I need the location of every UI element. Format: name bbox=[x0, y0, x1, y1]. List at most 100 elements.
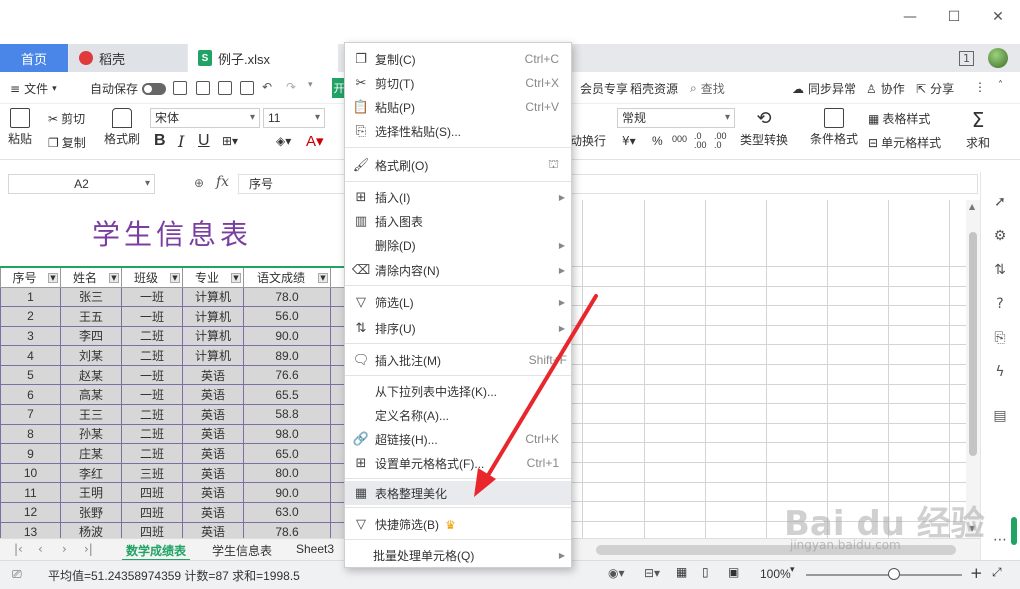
maximize-icon[interactable]: ☐ bbox=[932, 4, 976, 30]
table-cell-partial[interactable] bbox=[330, 423, 345, 445]
table-cell[interactable]: 高某 bbox=[60, 384, 122, 406]
table-cell[interactable]: 英语 bbox=[182, 482, 244, 504]
table-cell[interactable]: 65.5 bbox=[243, 384, 331, 406]
table-row[interactable]: 8 孙某 二班 英语 98.0 bbox=[0, 423, 345, 445]
table-cell[interactable]: 12 bbox=[0, 502, 61, 523]
zoom-slider-knob[interactable] bbox=[888, 568, 900, 580]
scroll-up-icon[interactable]: ▲ bbox=[969, 202, 975, 211]
table-cell[interactable]: 英语 bbox=[182, 364, 244, 386]
view-mode-icon[interactable]: ⊟▾ bbox=[644, 566, 660, 580]
table-cell[interactable]: 78.0 bbox=[243, 286, 331, 308]
cut-button[interactable]: ✂ 剪切 bbox=[48, 110, 85, 127]
table-cell[interactable]: 英语 bbox=[182, 404, 244, 425]
table-cell[interactable]: 98.0 bbox=[243, 423, 331, 445]
table-cell[interactable]: 四班 bbox=[121, 502, 183, 523]
filter-dropdown-icon[interactable]: ▼ bbox=[170, 273, 180, 283]
underline-icon[interactable]: U bbox=[198, 132, 210, 150]
vertical-scroll-thumb[interactable] bbox=[969, 232, 977, 456]
table-cell[interactable]: 二班 bbox=[121, 443, 183, 464]
table-header-cell-partial[interactable] bbox=[330, 266, 345, 288]
number-format-select[interactable]: 常规 bbox=[617, 108, 735, 128]
table-cell[interactable]: 1 bbox=[0, 286, 61, 308]
table-row[interactable]: 5 赵某 一班 英语 76.6 bbox=[0, 364, 345, 386]
menu-item-pick-from-list[interactable]: 从下拉列表中选择(K)... bbox=[345, 379, 571, 403]
menu-sync[interactable]: ☁ 同步异常 bbox=[792, 80, 856, 97]
thousands-separator-icon[interactable]: 000 bbox=[672, 134, 687, 144]
table-cell[interactable]: 李红 bbox=[60, 462, 122, 484]
zoom-slider-track[interactable] bbox=[806, 574, 962, 576]
pointer-select-icon[interactable]: ➚ bbox=[991, 194, 1009, 212]
menu-collab[interactable]: ♙ 协作 bbox=[866, 80, 905, 97]
table-cell[interactable]: 13 bbox=[0, 521, 61, 538]
table-cell-partial[interactable] bbox=[330, 286, 345, 308]
table-cell[interactable]: 英语 bbox=[182, 502, 244, 523]
table-cell-partial[interactable] bbox=[330, 482, 345, 504]
menu-item-copy[interactable]: ❐ 复制(C) Ctrl+C bbox=[345, 47, 571, 71]
first-sheet-icon[interactable]: |‹ bbox=[14, 542, 23, 556]
quick-access-dropdown-icon[interactable]: ▾ bbox=[308, 80, 313, 90]
lightning-icon[interactable]: ϟ bbox=[991, 364, 1009, 382]
zoom-in-icon[interactable]: + bbox=[970, 564, 983, 582]
table-row[interactable]: 3 李四 二班 计算机 90.0 bbox=[0, 325, 345, 347]
table-header-cell[interactable]: 姓名 ▼ bbox=[60, 266, 122, 288]
menu-share[interactable]: ⇱ 分享 bbox=[916, 80, 954, 97]
autosave-toggle[interactable] bbox=[142, 82, 167, 95]
menu-item-format-cells[interactable]: ⊞ 设置单元格格式(F)... Ctrl+1 bbox=[345, 451, 571, 475]
name-box[interactable]: A2 bbox=[8, 174, 155, 194]
menu-item-table-beautify[interactable]: ▦ 表格整理美化 bbox=[345, 481, 571, 505]
table-cell[interactable]: 二班 bbox=[121, 404, 183, 425]
table-cell[interactable]: 刘某 bbox=[60, 345, 122, 366]
table-cell[interactable]: 庄某 bbox=[60, 443, 122, 464]
table-cell[interactable]: 9 bbox=[0, 443, 61, 464]
table-cell-partial[interactable] bbox=[330, 404, 345, 425]
menu-item-insert-chart[interactable]: ▥ 插入图表 bbox=[345, 209, 571, 233]
avatar[interactable] bbox=[988, 48, 1008, 68]
table-cell[interactable]: 7 bbox=[0, 404, 61, 425]
table-cell[interactable]: 4 bbox=[0, 345, 61, 366]
menu-vip[interactable]: 会员专享 bbox=[580, 80, 628, 97]
menu-item-cut[interactable]: ✂ 剪切(T) Ctrl+X bbox=[345, 71, 571, 95]
table-row[interactable]: 9 庄某 二班 英语 65.0 bbox=[0, 443, 345, 464]
table-cell[interactable]: 二班 bbox=[121, 345, 183, 366]
border-icon[interactable]: ⊞▾ bbox=[222, 134, 238, 148]
table-cell[interactable]: 2 bbox=[0, 306, 61, 327]
bold-icon[interactable]: B bbox=[154, 132, 166, 150]
table-cell[interactable]: 赵某 bbox=[60, 364, 122, 386]
table-cell[interactable]: 英语 bbox=[182, 423, 244, 445]
table-cell[interactable]: 76.6 bbox=[243, 364, 331, 386]
table-cell-partial[interactable] bbox=[330, 364, 345, 386]
menu-item-paste-special[interactable]: ⎘ 选择性粘贴(S)... bbox=[345, 119, 571, 143]
page-layout-icon[interactable]: ▯ bbox=[702, 565, 709, 579]
transform-icon[interactable]: ⇅ bbox=[991, 262, 1009, 280]
increase-decimal-icon[interactable]: .0.00 bbox=[694, 132, 707, 150]
table-cell[interactable]: 计算机 bbox=[182, 286, 244, 308]
table-cell[interactable]: 一班 bbox=[121, 286, 183, 308]
sum-button[interactable]: Σ 求和 bbox=[966, 108, 990, 151]
table-cell-partial[interactable] bbox=[330, 502, 345, 523]
font-size-select[interactable]: 11 bbox=[263, 108, 325, 128]
macro-record-icon[interactable]: ⎚ bbox=[12, 567, 22, 582]
menu-file[interactable]: ≡ 文件 ▾ bbox=[10, 80, 57, 97]
table-row[interactable]: 2 王五 一班 计算机 56.0 bbox=[0, 306, 345, 327]
menu-item-sort[interactable]: ⇅ 排序(U) ▶ bbox=[345, 316, 571, 340]
table-cell-partial[interactable] bbox=[330, 521, 345, 538]
fullscreen-icon[interactable]: ⤢ bbox=[992, 565, 1002, 580]
undo-icon[interactable]: ↶ bbox=[262, 80, 272, 94]
menu-item-insert[interactable]: ⊞ 插入(I) ▶ bbox=[345, 185, 571, 209]
sheet-tab-students[interactable]: 学生信息表 bbox=[212, 542, 272, 559]
menu-item-hyperlink[interactable]: 🔗 超链接(H)... Ctrl+K bbox=[345, 427, 571, 451]
table-cell[interactable]: 三班 bbox=[121, 462, 183, 484]
student-table[interactable]: 序号 ▼ 姓名 ▼ 班级 ▼ 专业 ▼ 语文成绩 ▼ 1 张三 一班 计算机 78.0 2 王五 一班计… bbox=[0, 266, 345, 538]
menu-search[interactable]: ⌕ 查找 bbox=[690, 80, 725, 97]
zoom-level[interactable]: 100% bbox=[760, 567, 791, 581]
fill-color-icon[interactable]: ◈▾ bbox=[276, 134, 291, 148]
menu-item-quick-filter[interactable]: ▽ 快捷筛选(B) ♛ bbox=[345, 512, 571, 536]
export-pdf-icon[interactable] bbox=[196, 81, 210, 95]
table-cell-partial[interactable] bbox=[330, 345, 345, 366]
print-preview-icon[interactable] bbox=[240, 81, 254, 95]
filter-dropdown-icon[interactable]: ▼ bbox=[318, 273, 328, 283]
page-break-icon[interactable]: ▣ bbox=[728, 565, 739, 579]
print-icon[interactable] bbox=[218, 81, 232, 95]
table-cell[interactable]: 计算机 bbox=[182, 345, 244, 366]
page-indicator[interactable]: 1 bbox=[959, 50, 974, 66]
